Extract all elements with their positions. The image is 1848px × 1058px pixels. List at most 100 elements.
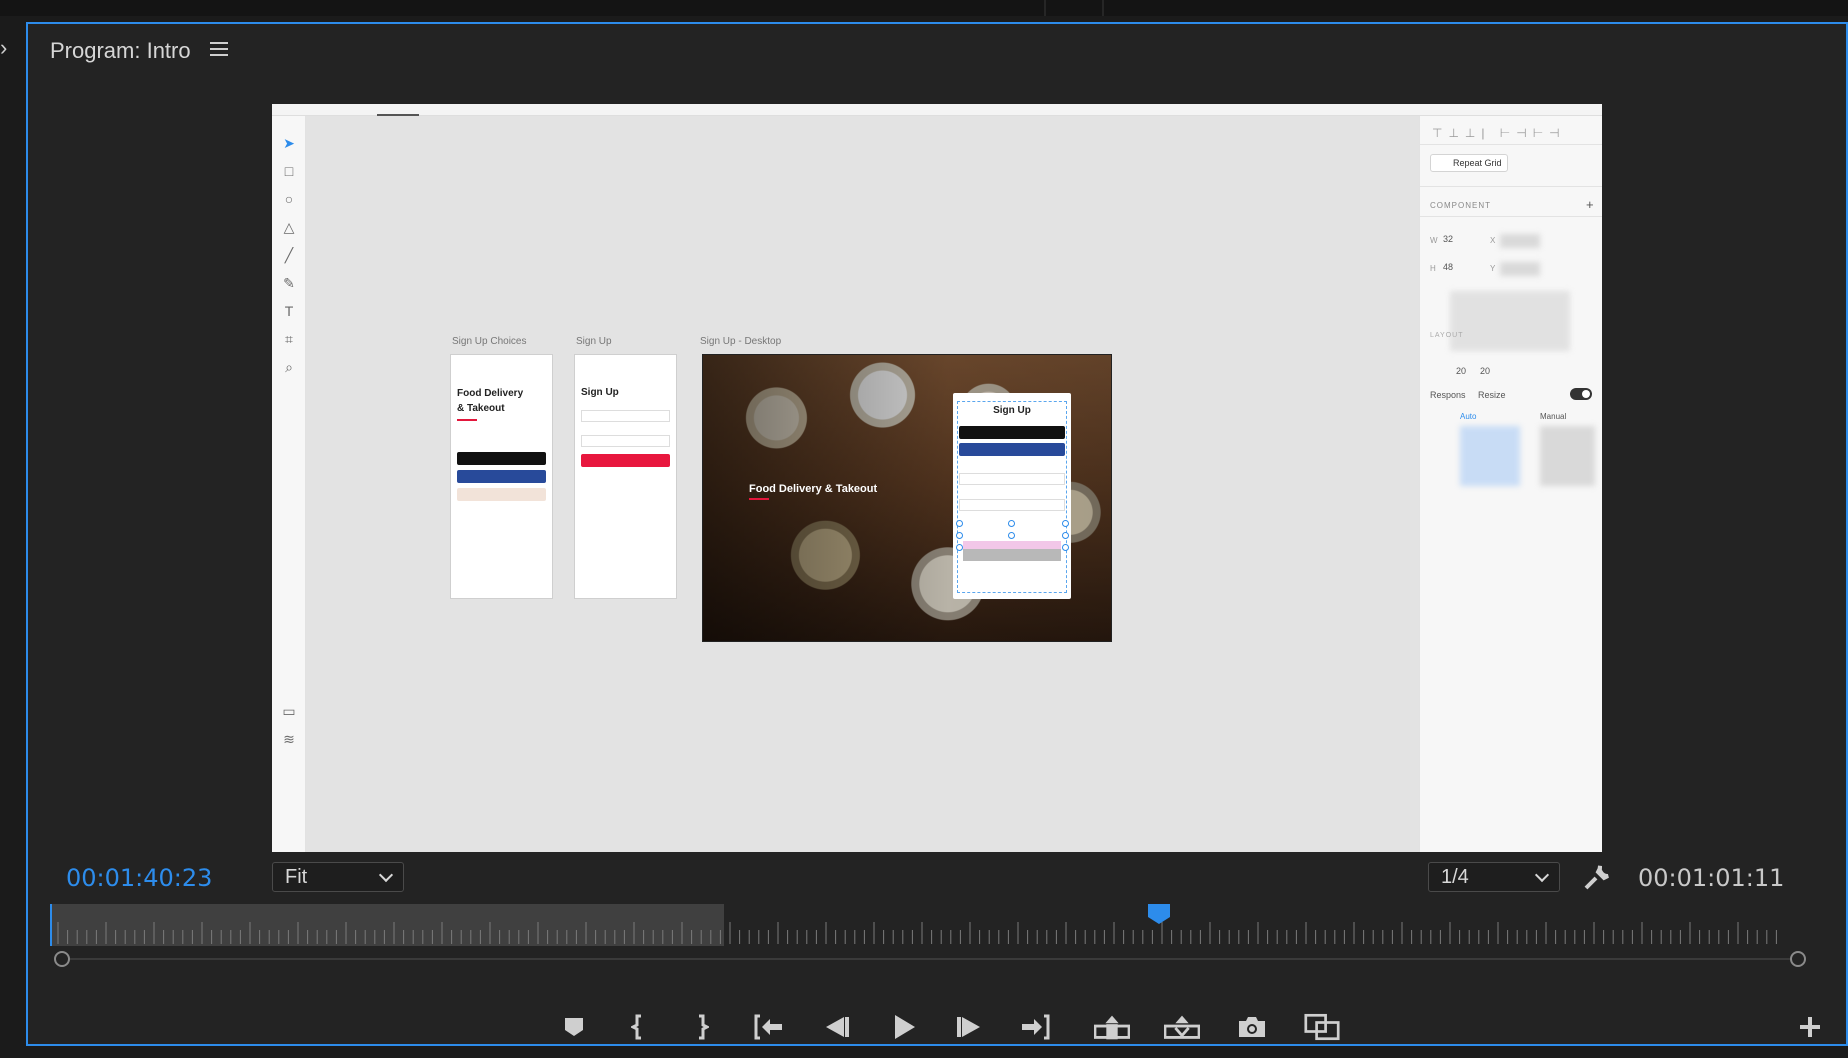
resize-handle — [1062, 532, 1069, 539]
artboard-sign-up-choices: Food Delivery & Takeout — [450, 354, 553, 599]
rectangle-tool-icon: □ — [284, 163, 294, 179]
layers-icon: ≋ — [283, 731, 295, 747]
hero-title: Food Delivery & Takeout — [749, 483, 878, 495]
play-icon[interactable] — [886, 1009, 922, 1045]
accent-line — [457, 419, 477, 421]
resize-handle — [1062, 544, 1069, 551]
resize-handle — [956, 520, 963, 527]
blurred-region — [1450, 291, 1570, 351]
panel-divider[interactable] — [1102, 0, 1104, 16]
zoom-scrollbar[interactable] — [62, 958, 1798, 960]
step-forward-icon[interactable] — [952, 1009, 988, 1045]
facebook-signup-button — [457, 470, 546, 483]
current-timecode[interactable]: 00:01:40:23 — [66, 864, 212, 892]
mark-out-icon[interactable] — [684, 1009, 720, 1045]
responsive-resize-label: Respons — [1430, 390, 1466, 400]
padding-value: 20 — [1480, 366, 1491, 376]
resize-handle — [956, 532, 963, 539]
zoom-handle-left[interactable] — [54, 951, 70, 967]
frame-tool-sidebar: ➤ □ ○ △ ╱ ✎ T ⌗ ⌕ ▭ ≋ — [272, 116, 306, 852]
artboard-heading: Sign Up — [581, 387, 619, 398]
padding-value: 20 — [1456, 366, 1467, 376]
divider — [1420, 186, 1602, 187]
panel-title[interactable]: Program: Intro — [50, 38, 191, 64]
hamburger-menu-icon[interactable] — [210, 42, 228, 58]
zoom-level-value: Fit — [285, 866, 308, 888]
duration-timecode: 00:01:01:11 — [1638, 864, 1785, 892]
email-field — [581, 435, 670, 447]
go-to-out-icon[interactable] — [1018, 1009, 1054, 1045]
select-tool-icon: ➤ — [283, 135, 295, 151]
add-marker-icon[interactable] — [556, 1009, 592, 1045]
frame-app-topbar — [272, 104, 1602, 116]
assets-icon: ▭ — [282, 703, 296, 719]
email-signup-button — [457, 488, 546, 501]
apple-signup-button — [457, 452, 546, 465]
artboard-sign-up-desktop: Food Delivery & Takeout Sign Up — [702, 354, 1112, 642]
x-label: X — [1490, 236, 1496, 245]
panel-divider[interactable] — [1044, 0, 1046, 16]
fullname-field — [581, 410, 670, 422]
manual-tab: Manual — [1540, 412, 1567, 421]
artboard-label: Sign Up Choices — [452, 336, 527, 347]
y-label: Y — [1490, 264, 1496, 273]
artboard-label: Sign Up — [576, 336, 612, 347]
resize-handle — [1062, 520, 1069, 527]
camera-icon[interactable] — [1234, 1009, 1270, 1045]
program-video-frame: ➤ □ ○ △ ╱ ✎ T ⌗ ⌕ ▭ ≋ Sign Up Choices Fo… — [272, 104, 1602, 852]
resolution-value: 1/4 — [1441, 866, 1469, 888]
plus-icon[interactable] — [1792, 1009, 1828, 1045]
blurred-region — [1460, 426, 1520, 486]
facebook-signup-button — [959, 443, 1065, 456]
property-inspector: ⊤⊥⊥| ⊢⊣⊢⊣ Repeat Grid COMPONENT + W 32 X… — [1419, 116, 1602, 852]
divider — [1420, 216, 1602, 217]
ruler-ticks — [57, 922, 1777, 944]
time-ruler[interactable] — [50, 904, 1810, 968]
signup-button — [581, 454, 670, 467]
extract-icon[interactable] — [1164, 1009, 1200, 1045]
auto-tab: Auto — [1460, 412, 1477, 421]
zoom-level-select[interactable]: Fit — [272, 862, 404, 892]
accent-line — [749, 498, 769, 500]
ellipse-tool-icon: ○ — [284, 191, 294, 207]
component-header: COMPONENT — [1430, 201, 1491, 210]
comparison-view-icon[interactable] — [1304, 1009, 1340, 1045]
repeat-grid-label: Repeat Grid — [1453, 158, 1502, 168]
signup-modal: Sign Up — [953, 393, 1071, 599]
go-to-in-icon[interactable] — [750, 1009, 786, 1045]
zoom-handle-right[interactable] — [1790, 951, 1806, 967]
wrench-icon[interactable] — [1582, 862, 1612, 892]
repeat-grid-button: Repeat Grid — [1430, 154, 1508, 172]
lift-icon[interactable] — [1094, 1009, 1130, 1045]
triangle-tool-icon: △ — [283, 219, 295, 235]
top-panel-strip — [0, 0, 1848, 16]
text-tool-icon: T — [284, 303, 294, 319]
resize-handle — [1008, 532, 1015, 539]
artboard-sign-up: Sign Up — [574, 354, 677, 599]
chevron-down-icon — [378, 867, 394, 883]
selected-button — [963, 549, 1061, 561]
playback-resolution-select[interactable]: 1/4 — [1428, 862, 1560, 892]
artboard-label: Sign Up - Desktop — [700, 336, 782, 347]
email-field — [959, 499, 1065, 511]
artboard-heading: & Takeout — [457, 403, 505, 414]
plus-icon: + — [1586, 197, 1594, 212]
step-back-icon[interactable] — [818, 1009, 854, 1045]
padding-highlight — [963, 541, 1061, 549]
blurred-region — [1540, 426, 1595, 486]
line-tool-icon: ╱ — [284, 247, 294, 263]
mark-in-icon[interactable] — [620, 1009, 656, 1045]
resize-handle — [1008, 520, 1015, 527]
panel-expand-icon[interactable]: › — [0, 36, 16, 60]
blurred-region — [1500, 234, 1540, 248]
chevron-down-icon — [1534, 867, 1550, 883]
blurred-region — [1500, 262, 1540, 276]
layout-header: LAYOUT — [1430, 332, 1464, 339]
frame-active-tab-indicator — [377, 114, 419, 116]
artboard-tool-icon: ⌗ — [285, 331, 293, 347]
pen-tool-icon: ✎ — [283, 275, 295, 291]
height-value: 48 — [1443, 262, 1454, 272]
height-label: H — [1430, 264, 1436, 273]
zoom-tool-icon: ⌕ — [285, 359, 293, 375]
width-value: 32 — [1443, 234, 1454, 244]
